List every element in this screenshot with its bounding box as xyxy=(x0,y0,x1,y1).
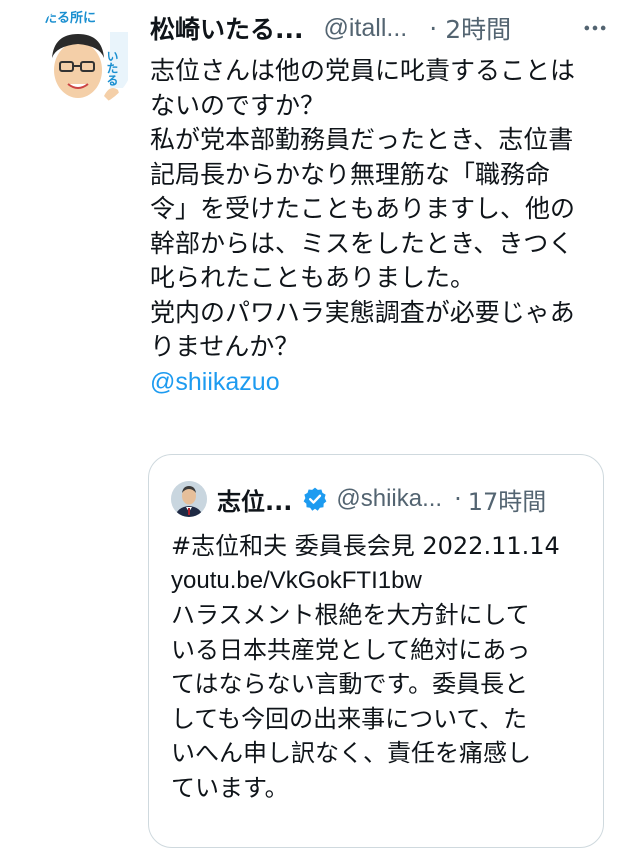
quoted-author-handle[interactable]: @shiika... xyxy=(336,485,442,513)
quoted-line: ハラスメント根絶を大方針にして xyxy=(171,601,530,629)
tweet-header: 松崎いたる... @itall... · 2時間 xyxy=(150,8,615,48)
tweet-line: 令」を受けたこともありますし、他の xyxy=(150,194,576,223)
quoted-tweet-text: #志位和夫 委員長会見 2022.11.14 youtu.be/VkGokFTI… xyxy=(171,529,591,805)
quoted-separator-dot: · xyxy=(454,485,462,513)
tweet-line: 党内のパワハラ実態調査が必要じゃあ xyxy=(150,297,575,327)
tweet-text: 志位さんは他の党員に叱責することは ないのですか？ 私が党本部勤務員だったとき、… xyxy=(150,54,610,399)
tweet-line: 叱られたこともありました。 xyxy=(150,263,476,292)
quoted-line: ています。 xyxy=(171,773,289,802)
tweet-line: 記局長からかなり無理筋な「職務命 xyxy=(150,159,551,189)
tweet-line: 私が党本部勤務員だったとき、志位書 xyxy=(150,125,574,154)
avatar-sign-top: たる所に xyxy=(44,10,96,26)
tweet-line: りませんか？ xyxy=(150,332,300,361)
quoted-link[interactable]: youtu.be/VkGokFTI1bw xyxy=(171,564,591,599)
quoted-timestamp[interactable]: 17時間 xyxy=(468,482,547,517)
separator-dot: · xyxy=(429,13,438,43)
avatar-illustration: たる所に いたる xyxy=(30,4,134,108)
quoted-author-name[interactable]: 志位... xyxy=(217,482,292,517)
author-name[interactable]: 松崎いたる... xyxy=(150,10,304,46)
quoted-hashtag-line[interactable]: #志位和夫 委員長会見 2022.11.14 xyxy=(171,529,591,564)
quoted-line: いへん申し訳なく、責任を痛感し xyxy=(171,739,531,767)
quoted-line: いる日本共産党として絶対にあっ xyxy=(171,635,531,664)
author-handle[interactable]: @itall... xyxy=(324,14,408,43)
quoted-line: てはならない言動です。委員長と xyxy=(171,670,529,698)
tweet-line: ないのですか？ xyxy=(150,90,326,120)
quoted-author-avatar[interactable] xyxy=(171,481,207,517)
tweet-timestamp[interactable]: 2時間 xyxy=(445,10,511,46)
quoted-line: しても今回の出来事について、た xyxy=(171,704,528,733)
verified-badge-icon xyxy=(303,487,327,511)
mention-link[interactable]: @shiikazuo xyxy=(150,365,610,400)
avatar-sign-side: いたる xyxy=(105,50,119,86)
author-avatar[interactable]: たる所に いたる xyxy=(30,4,134,108)
quoted-tweet-card[interactable]: 志位... @shiika... · 17時間 #志位和夫 委員長会見 2022… xyxy=(148,454,604,848)
more-horizontal-icon[interactable] xyxy=(575,8,615,48)
quoted-avatar-photo xyxy=(171,481,207,517)
tweet-line: 志位さんは他の党員に叱責することは xyxy=(150,56,576,85)
tweet-line: 幹部からは、ミスをしたとき、きつく xyxy=(150,228,574,258)
quoted-tweet-header: 志位... @shiika... · 17時間 xyxy=(217,479,597,519)
